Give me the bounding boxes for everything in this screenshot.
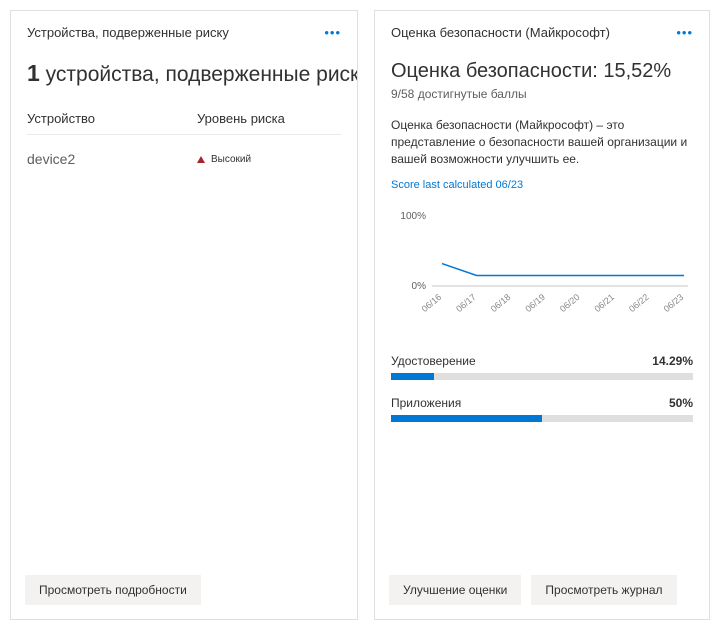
score-bars: Удостоверение 14.29% Приложения 50% xyxy=(391,354,693,422)
score-heading: Оценка безопасности: 15,52% xyxy=(391,60,693,83)
bar-track xyxy=(391,373,693,380)
chart-line xyxy=(442,264,684,276)
bar-row-head: Удостоверение 14.29% xyxy=(391,354,693,368)
risk-cell: Высокий xyxy=(197,154,341,165)
more-icon[interactable]: ••• xyxy=(676,25,693,40)
card-footer: Улучшение оценки Просмотреть журнал xyxy=(375,563,709,619)
score-description: Оценка безопасности (Майкрософт) – это п… xyxy=(391,117,693,167)
card-body: Оценка безопасности: 15,52% 9/58 достигн… xyxy=(375,50,709,563)
chart-ytick-100: 100% xyxy=(400,211,426,222)
card-header: Устройства, подверженные риску ••• xyxy=(11,11,357,50)
chart-ytick-0: 0% xyxy=(412,281,427,292)
bar-row: Приложения 50% xyxy=(391,396,693,422)
col-risk: Уровень риска xyxy=(197,111,341,126)
card-title: Устройства, подверженные риску xyxy=(27,25,229,40)
more-icon[interactable]: ••• xyxy=(324,25,341,40)
card-footer: Просмотреть подробности xyxy=(11,563,357,619)
card-header: Оценка безопасности (Майкрософт) ••• xyxy=(375,11,709,50)
risk-triangle-icon xyxy=(197,156,205,163)
bar-value: 50% xyxy=(669,396,693,410)
improve-score-button[interactable]: Улучшение оценки xyxy=(389,575,521,605)
bar-value: 14.29% xyxy=(652,354,693,368)
view-history-button[interactable]: Просмотреть журнал xyxy=(531,575,676,605)
bar-row: Удостоверение 14.29% xyxy=(391,354,693,380)
bar-fill xyxy=(391,415,542,422)
devices-at-risk-card: Устройства, подверженные риску ••• 1 уст… xyxy=(10,10,358,620)
chart-xtick: 06/19 xyxy=(523,292,547,314)
chart-xtick: 06/17 xyxy=(454,292,478,314)
risk-label: Высокий xyxy=(211,154,251,165)
bar-row-head: Приложения 50% xyxy=(391,396,693,410)
chart-svg: 100% 0% 06/1606/1706/1806/1906/2006/2106… xyxy=(391,201,693,331)
chart-xlabels: 06/16 06/17 06/18 06/19 06/20 06/21 06/22 06/23 xyxy=(420,292,686,314)
secure-score-card: Оценка безопасности (Майкрософт) ••• Оце… xyxy=(374,10,710,620)
chart-xtick: 06/22 xyxy=(627,292,651,314)
score-last-calculated: Score last calculated 06/23 xyxy=(391,179,693,191)
device-heading-rest: устройства, подверженные риску xyxy=(40,63,357,86)
bar-track xyxy=(391,415,693,422)
bar-label: Удостоверение xyxy=(391,354,476,368)
chart-xtick: 06/16 xyxy=(420,292,444,314)
chart-xtick: 06/21 xyxy=(592,292,616,314)
chart-xtick: 06/20 xyxy=(558,292,582,314)
table-row[interactable]: device2 Высокий xyxy=(27,143,341,175)
chart-xtick: 06/23 xyxy=(662,292,686,314)
table-header: Устройство Уровень риска xyxy=(27,111,341,135)
score-chart: 100% 0% 06/1606/1706/1806/1906/2006/2106… xyxy=(391,201,693,334)
devices-at-risk-heading: 1 устройства, подверженные риску xyxy=(27,60,341,87)
view-details-button[interactable]: Просмотреть подробности xyxy=(25,575,201,605)
chart-xtick: 06/18 xyxy=(489,292,513,314)
device-count: 1 xyxy=(27,60,40,86)
card-title: Оценка безопасности (Майкрософт) xyxy=(391,25,610,40)
score-subtext: 9/58 достигнутые баллы xyxy=(391,87,693,101)
card-body: 1 устройства, подверженные риску Устройс… xyxy=(11,50,357,563)
col-device: Устройство xyxy=(27,111,197,126)
bar-label: Приложения xyxy=(391,396,461,410)
bar-fill xyxy=(391,373,434,380)
device-name: device2 xyxy=(27,151,197,167)
